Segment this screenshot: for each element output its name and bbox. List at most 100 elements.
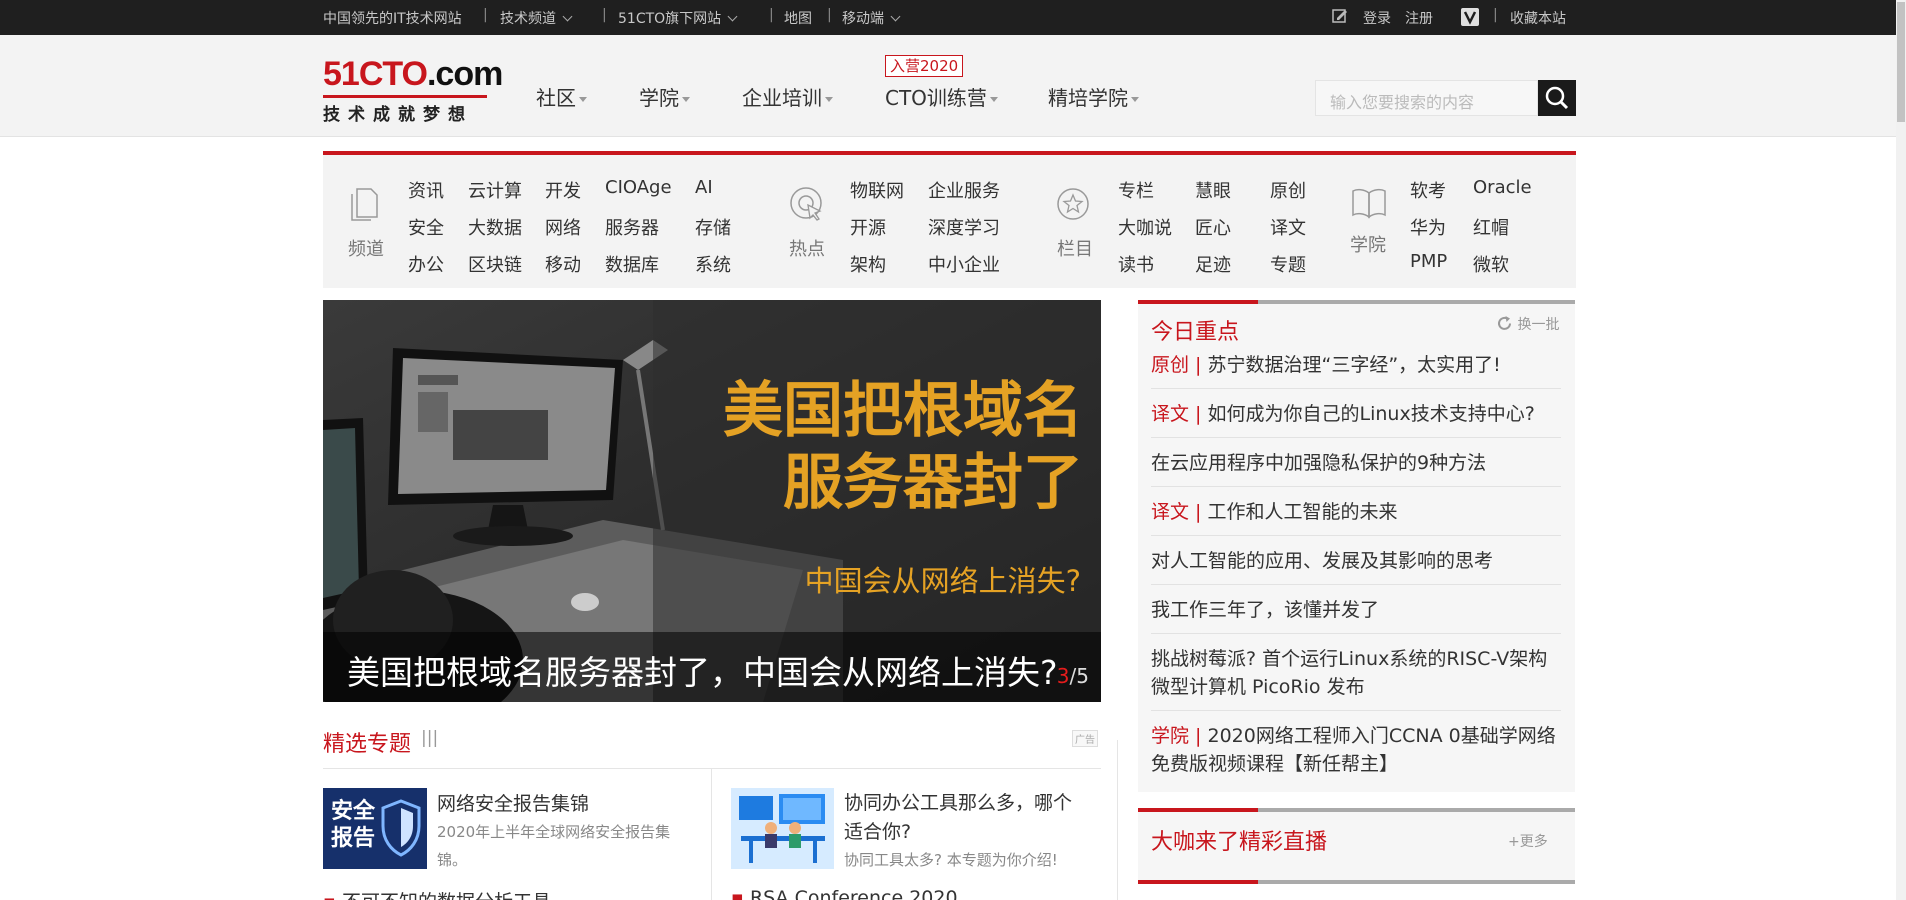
tech-channels-menu[interactable]: 技术频道 bbox=[500, 8, 573, 28]
news-divider bbox=[1151, 535, 1561, 536]
channel-enterprise-service[interactable]: 企业服务 bbox=[928, 177, 1000, 203]
news-item[interactable]: 在云应用程序中加强隐私保护的9种方法 bbox=[1151, 449, 1561, 477]
topic1-thumb-text: 安全 报告 bbox=[331, 798, 375, 852]
topic1-desc: 2020年上半年全球网络安全报告集锦。 bbox=[437, 823, 671, 869]
channel-group-label: 频道 bbox=[348, 239, 384, 260]
live-more-link[interactable]: +更多 bbox=[1508, 831, 1548, 851]
channel-office[interactable]: 办公 bbox=[408, 251, 444, 277]
channel-insight[interactable]: 慧眼 bbox=[1195, 177, 1231, 203]
banner-carousel[interactable]: 美国把根域名 服务器封了 中国会从网络上消失? 美国把根域名服务器封了，中国会从… bbox=[323, 300, 1101, 702]
channel-column[interactable]: 专栏 bbox=[1118, 177, 1154, 203]
channel-redhat[interactable]: 红帽 bbox=[1473, 214, 1509, 240]
channel-original[interactable]: 原创 bbox=[1270, 177, 1306, 203]
bullet-icon: ▪ bbox=[731, 887, 744, 900]
news-item[interactable]: 挑战树莓派? 首个运行Linux系统的RISC-V架构微型计算机 PicoRio… bbox=[1151, 645, 1561, 701]
news-text: 我工作三年了，该懂并发了 bbox=[1151, 599, 1380, 621]
scrollbar-thumb[interactable] bbox=[1897, 2, 1905, 122]
news-item[interactable]: 原创 | 苏宁数据治理“三字经”，太实用了! bbox=[1151, 351, 1561, 379]
channel-database[interactable]: 数据库 bbox=[605, 251, 659, 277]
camp-badge[interactable]: 入营2020 bbox=[885, 55, 964, 77]
channel-ai[interactable]: AI bbox=[695, 177, 713, 198]
channel-system[interactable]: 系统 bbox=[695, 251, 731, 277]
refresh-icon bbox=[1498, 316, 1511, 330]
channel-network[interactable]: 网络 bbox=[545, 214, 581, 240]
top-bar: 中国领先的IT技术网站 | 技术频道 | 51CTO旗下网站 | 地图 | 移动… bbox=[0, 0, 1906, 35]
topic1-thumbnail[interactable]: 安全 报告 bbox=[323, 788, 427, 869]
tag-separator: | bbox=[1189, 354, 1208, 376]
map-link[interactable]: 地图 bbox=[784, 8, 812, 28]
news-divider bbox=[1151, 486, 1561, 487]
channel-translation[interactable]: 译文 bbox=[1270, 214, 1306, 240]
search-input[interactable]: 输入您要搜索的内容 bbox=[1315, 80, 1538, 116]
news-item[interactable]: 对人工智能的应用、发展及其影响的思考 bbox=[1151, 547, 1561, 575]
news-item[interactable]: 学院 | 2020网络工程师入门CCNA 0基础学网络免费版视频课程【新任帮主】 bbox=[1151, 722, 1561, 778]
divider: | bbox=[602, 7, 607, 23]
channel-server[interactable]: 服务器 bbox=[605, 214, 659, 240]
page-scrollbar[interactable] bbox=[1896, 0, 1906, 900]
channel-mobile[interactable]: 移动 bbox=[545, 251, 581, 277]
channel-reading[interactable]: 读书 bbox=[1118, 251, 1154, 277]
news-item[interactable]: 译文 | 如何成为你自己的Linux技术支持中心? bbox=[1151, 400, 1561, 428]
mobile-menu[interactable]: 移动端 bbox=[842, 8, 901, 28]
nav-enterprise-training[interactable]: 企业培训 bbox=[742, 82, 833, 111]
divider: | bbox=[827, 7, 832, 23]
thumb-text-line2: 报告 bbox=[331, 826, 376, 851]
channel-ruankao[interactable]: 软考 bbox=[1410, 177, 1446, 203]
logo-underline bbox=[323, 95, 487, 98]
topic1-title[interactable]: 网络安全报告集锦 bbox=[437, 789, 589, 816]
slogan-link[interactable]: 中国领先的IT技术网站 bbox=[323, 8, 462, 28]
login-link[interactable]: 登录 bbox=[1363, 8, 1391, 28]
topic2-thumbnail[interactable] bbox=[731, 788, 834, 869]
register-link[interactable]: 注册 bbox=[1405, 8, 1433, 28]
channel-iot[interactable]: 物联网 bbox=[850, 177, 904, 203]
channel-huawei[interactable]: 华为 bbox=[1410, 214, 1446, 240]
chevron-down-icon bbox=[727, 11, 738, 22]
sites-menu[interactable]: 51CTO旗下网站 bbox=[618, 8, 738, 28]
channel-security[interactable]: 安全 bbox=[408, 214, 444, 240]
channel-dev[interactable]: 开发 bbox=[545, 177, 581, 203]
channel-deep-learning[interactable]: 深度学习 bbox=[928, 214, 1000, 240]
list-item[interactable]: ▪ RSA Conference 2020 bbox=[731, 887, 958, 900]
book-icon bbox=[1352, 188, 1386, 219]
favorite-link[interactable]: 收藏本站 bbox=[1510, 8, 1566, 28]
channel-sme[interactable]: 中小企业 bbox=[928, 251, 1000, 277]
nav-cto-camp[interactable]: CTO训练营 bbox=[885, 82, 998, 111]
channel-storage[interactable]: 存储 bbox=[695, 214, 731, 240]
nav-community[interactable]: 社区 bbox=[536, 82, 587, 111]
chevron-down-icon bbox=[562, 11, 573, 22]
today-focus-panel: 今日重点 换一批 原创 | 苏宁数据治理“三字经”，太实用了! 译文 | 如何成… bbox=[1138, 300, 1575, 792]
channel-opensource[interactable]: 开源 bbox=[850, 214, 886, 240]
topic2-title[interactable]: 协同办公工具那么多，哪个适合你? bbox=[844, 789, 1074, 847]
nav-academy[interactable]: 学院 bbox=[639, 82, 690, 111]
list-item[interactable]: ▪ 不可不知的数据分析工具 bbox=[323, 887, 551, 900]
channel-cioage[interactable]: CIOAge bbox=[605, 177, 672, 198]
channel-topics[interactable]: 专题 bbox=[1270, 251, 1306, 277]
news-item[interactable]: 译文 | 工作和人工智能的未来 bbox=[1151, 498, 1561, 526]
channel-bigdata[interactable]: 大数据 bbox=[468, 214, 522, 240]
channel-craftsman[interactable]: 匠心 bbox=[1195, 214, 1231, 240]
news-item[interactable]: 我工作三年了，该懂并发了 bbox=[1151, 596, 1561, 624]
channel-expert-talk[interactable]: 大咖说 bbox=[1118, 214, 1172, 240]
channel-pmp[interactable]: PMP bbox=[1410, 251, 1447, 272]
banner-headline-line1: 美国把根域名 bbox=[723, 376, 1083, 446]
featured-section-title: 精选专题 bbox=[323, 732, 412, 757]
caret-down-icon bbox=[682, 97, 690, 102]
banner-caption-bar[interactable]: 美国把根域名服务器封了，中国会从网络上消失? 3/5 bbox=[323, 632, 1101, 702]
v-badge-icon[interactable] bbox=[1461, 8, 1479, 26]
channel-news[interactable]: 资讯 bbox=[408, 177, 444, 203]
banner-headline: 美国把根域名 服务器封了 bbox=[683, 375, 1083, 519]
ad-label: 广告 bbox=[1072, 730, 1098, 747]
nav-premium-academy[interactable]: 精培学院 bbox=[1048, 82, 1139, 111]
search-button[interactable] bbox=[1538, 80, 1576, 116]
channel-architecture[interactable]: 架构 bbox=[850, 251, 886, 277]
refresh-button[interactable]: 换一批 bbox=[1496, 314, 1559, 334]
channel-microsoft[interactable]: 微软 bbox=[1473, 251, 1509, 277]
channel-blockchain[interactable]: 区块链 bbox=[468, 251, 522, 277]
channel-footprint[interactable]: 足迹 bbox=[1195, 251, 1231, 277]
logo[interactable]: 51CTO.com bbox=[323, 55, 503, 94]
channel-cloud[interactable]: 云计算 bbox=[468, 177, 522, 203]
channel-bar: 频道 资讯 云计算 开发 CIOAge AI 安全 大数据 网络 服务器 存储 … bbox=[323, 155, 1576, 288]
column-divider bbox=[711, 768, 712, 900]
banner-page-current: 3 bbox=[1056, 664, 1070, 688]
channel-oracle[interactable]: Oracle bbox=[1473, 177, 1532, 198]
